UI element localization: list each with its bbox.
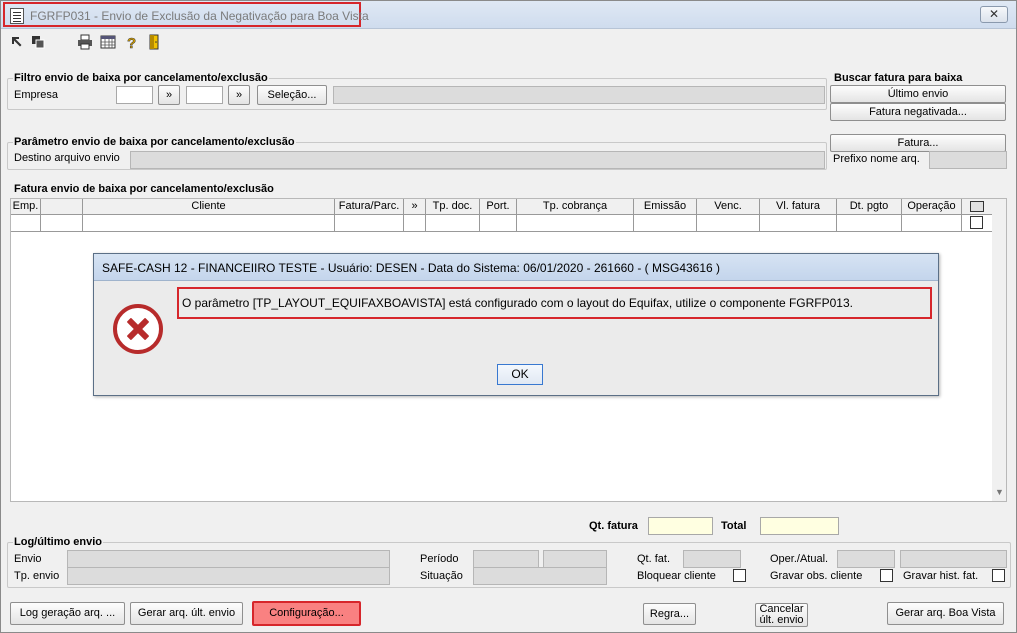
parametro-group-title: Parâmetro envio de baixa por cancelament… [13,136,296,148]
copy-icon[interactable] [30,34,46,50]
row-checkbox[interactable] [970,216,983,229]
total-label: Total [721,520,747,532]
buscar-group-title: Buscar fatura para baixa [833,72,964,84]
col-emissao[interactable]: Emissão [634,199,697,214]
svg-text:?: ? [127,35,136,50]
title-bar: FGRFP031 - Envio de Exclusão da Negativa… [1,1,1016,29]
periodo-label: Período [420,553,459,565]
qt-fat-label: Qt. fat. [637,553,671,565]
col-port[interactable]: Port. [480,199,517,214]
envio-label: Envio [14,553,42,565]
dialog-title: SAFE-CASH 12 - FINANCEIIRO TESTE - Usuár… [102,261,721,275]
col-dt-pgto[interactable]: Dt. pgto [837,199,902,214]
table-header: Emp. Cliente Fatura/Parc. » Tp. doc. Por… [11,199,994,215]
prefixo-field [929,151,1007,169]
situacao-label: Situação [420,570,463,582]
total-field [760,517,839,535]
exit-door-icon[interactable] [147,34,163,50]
empresa-lookup-button-2[interactable]: » [228,85,250,105]
col-tp-cobranca[interactable]: Tp. cobrança [517,199,634,214]
col-expand[interactable]: » [404,199,426,214]
regra-button[interactable]: Regra... [643,603,696,625]
table-row[interactable] [11,215,994,232]
chevron-down-icon[interactable]: ▼ [995,487,1004,497]
col-select-all[interactable] [962,199,994,214]
dialog-title-bar: SAFE-CASH 12 - FINANCEIIRO TESTE - Usuár… [94,254,938,281]
empresa-field[interactable] [116,86,153,104]
col-tp-doc[interactable]: Tp. doc. [426,199,480,214]
log-group-title: Log/último envio [13,536,103,548]
gravar-obs-checkbox[interactable] [880,569,893,582]
cancelar-ult-envio-button[interactable]: Cancelar últ. envio [755,603,808,627]
oper-atual-label: Oper./Atual. [770,553,829,565]
empresa-field-2[interactable] [186,86,223,104]
qt-fatura-label: Qt. fatura [589,520,638,532]
gerar-ult-envio-button[interactable]: Gerar arq. últ. envio [130,602,243,625]
oper-field [837,550,895,568]
bloquear-cliente-checkbox[interactable] [733,569,746,582]
empresa-label: Empresa [14,89,59,101]
bloquear-cliente-label: Bloquear cliente [637,570,716,582]
print-icon[interactable] [77,34,93,50]
cancelar-line2: últ. envio [759,614,804,626]
gravar-hist-label: Gravar hist. fat. [903,570,979,582]
vertical-scrollbar[interactable]: ▼ [992,199,1006,501]
window-title: FGRFP031 - Envio de Exclusão da Negativa… [30,9,369,23]
qt-fat-field [683,550,741,568]
filter-group-title: Filtro envio de baixa por cancelamento/e… [13,72,269,84]
export-icon[interactable] [9,34,25,50]
help-icon[interactable]: ? [124,34,140,50]
configuracao-button[interactable]: Configuração... [252,601,361,626]
fatura-negativada-button[interactable]: Fatura negativada... [830,103,1006,121]
tp-envio-label: Tp. envio [14,570,60,582]
error-icon [113,304,163,354]
qt-fatura-field [648,517,713,535]
main-window: FGRFP031 - Envio de Exclusão da Negativa… [0,0,1017,633]
ok-button[interactable]: OK [497,364,543,385]
ultimo-envio-button[interactable]: Último envio [830,85,1006,103]
close-button[interactable]: ✕ [980,6,1008,23]
destino-label: Destino arquivo envio [14,152,120,164]
col-venc[interactable]: Venc. [697,199,760,214]
calendar-grid-icon[interactable] [100,34,116,50]
destino-field [130,151,825,169]
gravar-hist-checkbox[interactable] [992,569,1005,582]
periodo-end-field [543,550,607,568]
message-highlight: O parâmetro [TP_LAYOUT_EQUIFAXBOAVISTA] … [177,287,932,319]
gravar-obs-label: Gravar obs. cliente [770,570,863,582]
selecao-display [333,86,825,104]
title-highlight: FGRFP031 - Envio de Exclusão da Negativa… [3,2,369,27]
log-geracao-button[interactable]: Log geração arq. ... [10,602,125,625]
periodo-start-field [473,550,539,568]
atual-field [900,550,1007,568]
dialog-message: O parâmetro [TP_LAYOUT_EQUIFAXBOAVISTA] … [182,296,853,310]
select-all-icon[interactable] [970,201,984,212]
col-operacao[interactable]: Operação [902,199,962,214]
envio-field [67,550,390,568]
situacao-field [473,567,607,585]
col-cliente[interactable]: Cliente [83,199,335,214]
gerar-boa-vista-button[interactable]: Gerar arq. Boa Vista [887,602,1004,625]
toolbar: ? [1,30,1016,56]
col-emp[interactable]: Emp. [11,199,41,214]
col-vl-fatura[interactable]: Vl. fatura [760,199,837,214]
selecao-button[interactable]: Seleção... [257,85,327,105]
col-blank[interactable] [41,199,83,214]
error-dialog: SAFE-CASH 12 - FINANCEIIRO TESTE - Usuár… [93,253,939,396]
empresa-lookup-button[interactable]: » [158,85,180,105]
prefixo-label: Prefixo nome arq. [833,153,920,165]
col-fatura-parc[interactable]: Fatura/Parc. [335,199,404,214]
tp-envio-field [67,567,390,585]
fatura-group-title: Fatura envio de baixa por cancelamento/e… [13,183,275,195]
fatura-button[interactable]: Fatura... [830,134,1006,152]
document-icon [10,8,24,24]
